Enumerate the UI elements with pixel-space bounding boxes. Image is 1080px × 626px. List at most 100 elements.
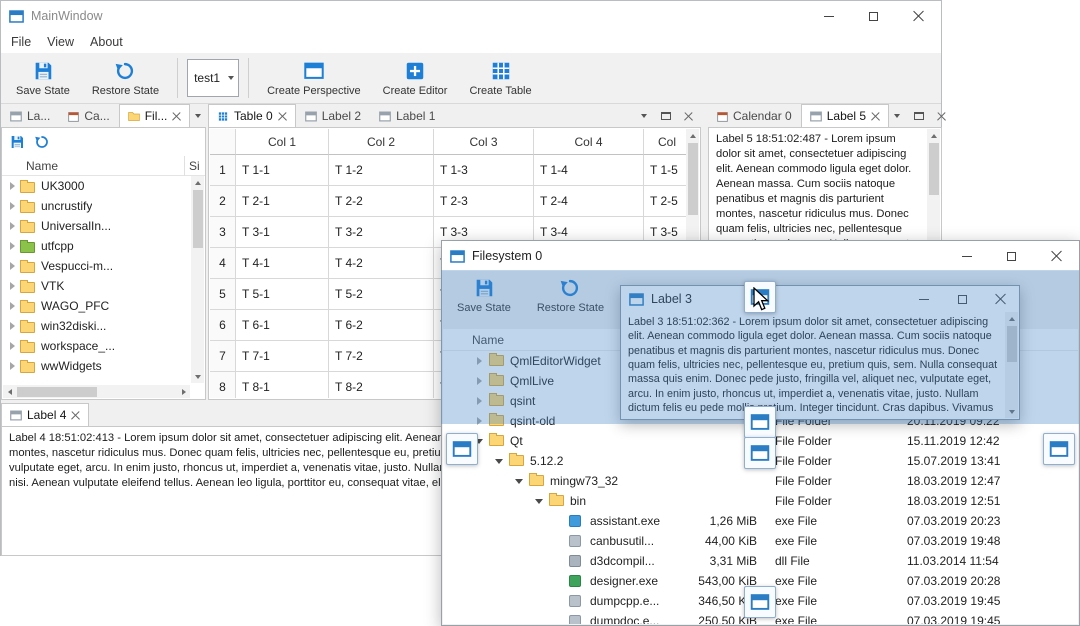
chevron-down-icon[interactable] [513,471,527,491]
chevron-right-icon[interactable] [6,196,20,216]
table-column-header[interactable]: Col 1 [236,129,329,155]
vertical-scrollbar[interactable] [191,176,204,383]
scroll-up-button[interactable] [927,129,940,142]
table-cell[interactable]: T 2-1 [236,186,329,217]
scrollbar-thumb[interactable] [17,386,97,397]
chevron-right-icon[interactable] [6,176,20,196]
table-row-number[interactable]: 8 [210,372,236,398]
table-row-number[interactable]: 3 [210,217,236,248]
table-cell[interactable]: T 1-3 [434,155,534,186]
table-row-number[interactable]: 1 [210,155,236,186]
maximize-button[interactable] [851,1,896,31]
scrollbar-thumb[interactable] [687,143,698,215]
column-divider[interactable] [184,156,185,176]
tab-calendar[interactable]: Ca... [59,104,118,127]
table-row-number[interactable]: 5 [210,279,236,310]
table-column-header[interactable]: Col [644,129,686,155]
table-cell[interactable]: T 2-2 [329,186,434,217]
filesystem-titlebar[interactable]: Filesystem 0 [442,241,1079,271]
scroll-right-button[interactable] [177,385,190,398]
table-cell[interactable]: T 6-1 [236,310,329,341]
tab-close-icon[interactable] [871,112,880,121]
drop-indicator-area-center[interactable] [744,437,776,469]
close-panel-button[interactable] [680,108,696,124]
table-cell[interactable]: T 3-2 [329,217,434,248]
table-cell[interactable]: T 5-2 [329,279,434,310]
save-state-button[interactable]: Save State [7,57,79,100]
chevron-right-icon[interactable] [6,216,20,236]
chevron-right-icon[interactable] [6,236,20,256]
table-cell[interactable]: T 7-1 [236,341,329,372]
tab-table-0[interactable]: Table 0 [208,104,296,127]
chevron-right-icon[interactable] [6,276,20,296]
tab-list-button[interactable] [889,108,905,124]
tree-header[interactable]: Name Si [2,156,205,176]
undock-button[interactable] [911,108,927,124]
create-editor-button[interactable]: Create Editor [374,57,457,100]
table-cell[interactable]: T 7-2 [329,341,434,372]
table-row-number[interactable]: 2 [210,186,236,217]
table-cell[interactable]: T 8-2 [329,372,434,398]
tab-label-0[interactable]: La... [1,104,59,127]
tree-item[interactable]: win32diski... [2,316,191,336]
table-row-number[interactable]: 7 [210,341,236,372]
tab-close-icon[interactable] [71,411,80,420]
chevron-right-icon[interactable] [6,316,20,336]
tab-filesystem[interactable]: Fil... [118,104,191,127]
table-cell[interactable]: T 1-2 [329,155,434,186]
table-cell[interactable]: T 2-3 [434,186,534,217]
close-button[interactable] [896,1,941,31]
chevron-down-icon[interactable] [493,451,507,471]
tab-label-2[interactable]: Label 2 [296,104,370,127]
menu-about[interactable]: About [82,32,131,52]
create-table-button[interactable]: Create Table [460,57,540,100]
create-perspective-button[interactable]: Create Perspective [258,57,370,100]
scrollbar-thumb[interactable] [928,143,939,195]
minimize-button[interactable] [806,1,851,31]
name-column-header[interactable]: Name [26,159,58,173]
scroll-left-button[interactable] [3,385,16,398]
tab-label-1[interactable]: Label 1 [370,104,444,127]
scrollbar-thumb[interactable] [192,190,203,248]
table-cell[interactable]: T 2-4 [534,186,644,217]
horizontal-scrollbar[interactable] [3,385,190,398]
table-cell[interactable]: T 1-1 [236,155,329,186]
tab-close-icon[interactable] [172,112,181,121]
file-row[interactable]: canbusutil... 44,00 KiB exe File 07.03.2019… [443,531,1078,551]
close-panel-button[interactable] [933,108,949,124]
size-column-header[interactable]: Si [189,159,200,173]
table-column-header[interactable]: Col 2 [329,129,434,155]
table-column-header[interactable]: Col 4 [534,129,644,155]
drop-indicator-right[interactable] [1043,433,1075,465]
table-cell[interactable]: T 4-1 [236,248,329,279]
menu-file[interactable]: File [3,32,39,52]
tree-item[interactable]: VTK [2,276,191,296]
close-button[interactable] [1034,241,1079,271]
chevron-right-icon[interactable] [6,256,20,276]
tab-label-4[interactable]: Label 4 [1,403,90,426]
table-column-header[interactable]: Col 3 [434,129,534,155]
save-icon[interactable] [9,134,25,150]
tab-close-icon[interactable] [278,112,287,121]
table-cell[interactable]: T 1-4 [534,155,644,186]
table-cell[interactable]: T 8-1 [236,372,329,398]
tree-item[interactable]: workspace_... [2,336,191,356]
minimize-button[interactable] [944,241,989,271]
tab-list-button[interactable] [636,108,652,124]
drop-indicator-bottom[interactable] [744,586,776,618]
scroll-down-button[interactable] [191,370,204,383]
scroll-up-button[interactable] [686,129,699,142]
file-row[interactable]: mingw73_32 File Folder 18.03.2019 12:47 [443,471,1078,491]
perspective-combo[interactable]: test1 [187,59,240,97]
table-cell[interactable]: T 5-1 [236,279,329,310]
file-row[interactable]: bin File Folder 18.03.2019 12:51 [443,491,1078,511]
table-row-number[interactable]: 6 [210,310,236,341]
tree-item[interactable]: UK3000 [2,176,191,196]
tree-item[interactable]: wwWidgets [2,356,191,376]
table-row-number[interactable]: 4 [210,248,236,279]
file-row[interactable]: assistant.exe 1,26 MiB exe File 07.03.2019 … [443,511,1078,531]
menu-view[interactable]: View [39,32,82,52]
chevron-right-icon[interactable] [6,356,20,376]
tree-item[interactable]: WAGO_PFC [2,296,191,316]
tab-label-5[interactable]: Label 5 [800,104,890,127]
